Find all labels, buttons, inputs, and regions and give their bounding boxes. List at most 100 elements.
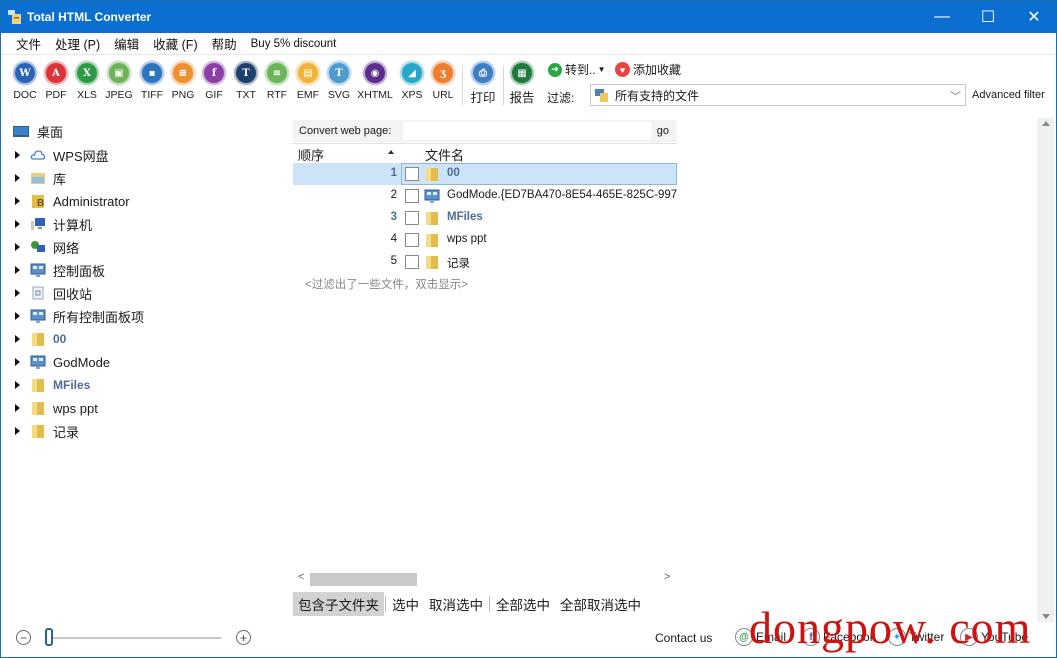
menu-process[interactable]: 处理 (P): [48, 34, 107, 53]
maximize-button[interactable]: ☐: [965, 1, 1011, 33]
goto-button[interactable]: ➜ 转到.. ▼: [548, 61, 606, 78]
social-link-facebook[interactable]: f Facebook: [802, 628, 876, 646]
expand-arrow-icon[interactable]: [15, 335, 20, 343]
column-header-filename[interactable]: 文件名: [425, 145, 464, 164]
menu-favorites[interactable]: 收藏 (F): [146, 34, 204, 53]
minimize-button[interactable]: —: [919, 1, 965, 33]
row-checkbox[interactable]: [405, 233, 419, 247]
file-row[interactable]: 1 00: [293, 163, 677, 185]
tree-item[interactable]: 网络: [15, 236, 79, 258]
report-icon: ▦: [510, 61, 534, 85]
expand-arrow-icon[interactable]: [15, 427, 20, 435]
tree-item[interactable]: 00: [15, 328, 66, 350]
chevron-down-icon: ▼: [597, 65, 606, 74]
tree-item-label: MFiles: [53, 378, 91, 392]
scrollbar-thumb[interactable]: [310, 573, 417, 586]
row-checkbox[interactable]: [405, 211, 419, 225]
file-row[interactable]: 5 记录: [293, 251, 677, 273]
expand-arrow-icon[interactable]: [15, 289, 20, 297]
tree-item[interactable]: MFiles: [15, 374, 90, 396]
select-all-button[interactable]: 全部选中: [491, 592, 555, 616]
file-row[interactable]: 4 wps ppt: [293, 229, 677, 251]
tree-item-label: 00: [53, 332, 67, 346]
zoom-out-icon[interactable]: −: [16, 630, 31, 645]
file-name: MFiles: [447, 211, 483, 223]
format-label: URL: [432, 89, 454, 101]
scroll-right-icon[interactable]: >: [664, 571, 670, 583]
tree-item-label: 记录: [53, 424, 80, 440]
tree-item[interactable]: wps ppt: [15, 397, 98, 419]
social-link-email[interactable]: @ Email: [735, 628, 786, 646]
column-header-order[interactable]: 顺序: [298, 145, 324, 164]
convert-to-svg-button[interactable]: T SVG: [323, 61, 355, 101]
print-button[interactable]: ⎙ 打印: [467, 61, 499, 106]
menu-buy-discount[interactable]: Buy 5% discount: [244, 38, 344, 50]
deselect-all-button[interactable]: 全部取消选中: [555, 592, 646, 616]
menu-bar: 文件 处理 (P) 编辑 收藏 (F) 帮助 Buy 5% discount: [1, 33, 1056, 55]
tree-item[interactable]: WPS网盘: [15, 144, 109, 166]
tree-item[interactable]: 库: [15, 167, 66, 189]
menu-edit[interactable]: 编辑: [107, 34, 146, 53]
expand-arrow-icon[interactable]: [15, 381, 20, 389]
row-checkbox[interactable]: [405, 167, 419, 181]
close-button[interactable]: ✕: [1011, 1, 1057, 33]
tree-item[interactable]: 回收站: [15, 282, 92, 304]
tree-root-desktop[interactable]: 桌面: [13, 122, 63, 141]
scroll-up-icon[interactable]: [1042, 121, 1050, 126]
report-button[interactable]: ▦ 报告: [506, 61, 538, 106]
goto-label: 转到..: [565, 63, 596, 77]
zoom-slider-thumb[interactable]: [45, 628, 53, 646]
tree-item[interactable]: 记录: [15, 420, 79, 442]
expand-arrow-icon[interactable]: [15, 312, 20, 320]
row-checkbox[interactable]: [405, 189, 419, 203]
tree-item[interactable]: B Administrator: [15, 190, 130, 212]
tree-item-label: GodMode: [53, 354, 111, 370]
deselect-button[interactable]: 取消选中: [424, 592, 488, 616]
go-button[interactable]: go: [657, 125, 669, 137]
expand-arrow-icon[interactable]: [15, 174, 20, 182]
tree-item[interactable]: 所有控制面板项: [15, 305, 144, 327]
file-row[interactable]: 2 GodMode.{ED7BA470-8E54-465E-825C-997120…: [293, 185, 677, 207]
png-icon: ⊞: [171, 61, 195, 85]
convert-web-page-label: Convert web page:: [299, 125, 392, 137]
zoom-slider-track[interactable]: [50, 637, 221, 639]
web-page-url-input[interactable]: [403, 122, 651, 140]
row-checkbox[interactable]: [405, 255, 419, 269]
expand-arrow-icon[interactable]: [15, 404, 20, 412]
convert-to-url-button[interactable]: ʒ URL: [427, 61, 459, 101]
file-row[interactable]: 3 MFiles: [293, 207, 677, 229]
social-link-twitter[interactable]: ✦ Twitter: [888, 628, 944, 646]
filter-dropdown[interactable]: 所有支持的文件 ﹀: [590, 84, 966, 106]
facebook-icon: f: [802, 628, 820, 646]
advanced-filter-button[interactable]: Advanced filter: [972, 89, 1045, 101]
expand-arrow-icon[interactable]: [15, 266, 20, 274]
filtered-files-note[interactable]: <过滤出了一些文件，双击显示>: [305, 276, 468, 292]
expand-arrow-icon[interactable]: [15, 220, 20, 228]
menu-help[interactable]: 帮助: [205, 34, 244, 53]
doc-icon: W: [13, 61, 37, 85]
user-folder-icon: B: [30, 193, 46, 209]
horizontal-scrollbar[interactable]: < >: [293, 570, 677, 586]
tree-item[interactable]: 控制面板: [15, 259, 105, 281]
menu-file[interactable]: 文件: [9, 34, 48, 53]
scroll-left-icon[interactable]: <: [298, 571, 304, 583]
tree-item[interactable]: GodMode: [15, 351, 110, 373]
control-panel-icon: [30, 354, 46, 370]
tree-item-label: 回收站: [53, 286, 93, 302]
scroll-down-icon[interactable]: [1042, 614, 1050, 619]
zoom-in-icon[interactable]: +: [236, 630, 251, 645]
select-button[interactable]: 选中: [387, 592, 424, 616]
convert-to-xhtml-button[interactable]: ◉ XHTML: [357, 61, 393, 101]
vertical-scrollbar[interactable]: [1037, 118, 1054, 622]
tree-item-label: 控制面板: [53, 263, 106, 279]
left-splitter[interactable]: [282, 118, 286, 618]
add-favorite-button[interactable]: ♥ 添加收藏: [615, 61, 681, 78]
filter-label: 过滤:: [547, 91, 575, 105]
expand-arrow-icon[interactable]: [15, 358, 20, 366]
expand-arrow-icon[interactable]: [15, 151, 20, 159]
tree-item[interactable]: 计算机: [15, 213, 92, 235]
include-subfolders-button[interactable]: 包含子文件夹: [293, 592, 384, 616]
expand-arrow-icon[interactable]: [15, 243, 20, 251]
expand-arrow-icon[interactable]: [15, 197, 20, 205]
social-link-youtube[interactable]: ▶ YouTube: [960, 628, 1028, 646]
